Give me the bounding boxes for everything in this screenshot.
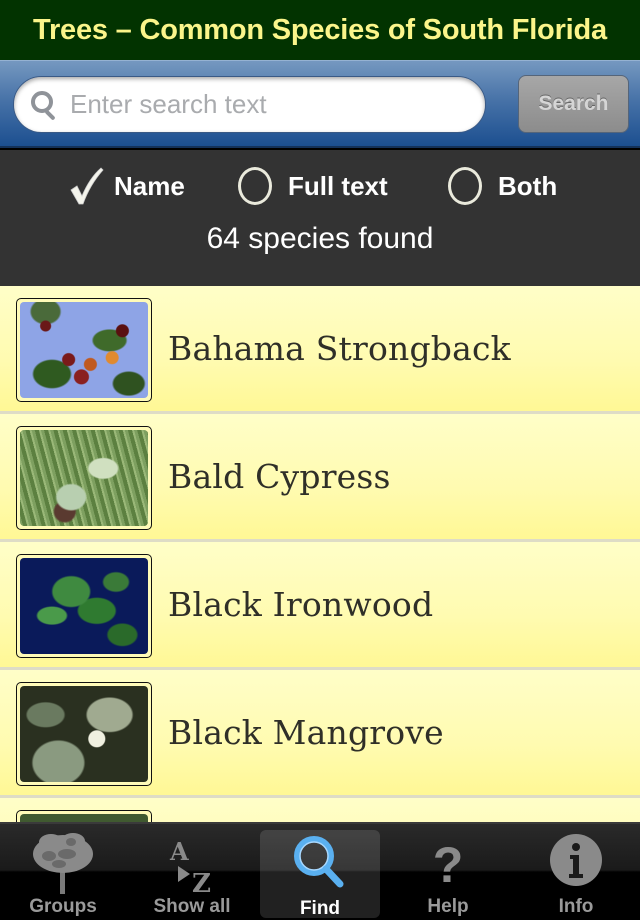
species-name: Bahama Strongback: [168, 329, 511, 368]
tree-icon: [33, 833, 93, 894]
species-thumbnail: [16, 298, 152, 402]
species-thumbnail: [16, 426, 152, 530]
tab-groups-label: Groups: [29, 896, 97, 917]
tab-show-all-label: Show all: [153, 896, 231, 917]
tab-groups[interactable]: Groups: [3, 824, 123, 920]
radio-icon: [238, 167, 272, 205]
question-icon: ?: [433, 837, 464, 893]
result-count: 64 species found: [206, 222, 434, 255]
info-icon: [550, 834, 602, 886]
list-item[interactable]: Black Ironwood: [0, 542, 640, 670]
search-icon: [30, 89, 60, 121]
option-full-text[interactable]: Full text: [236, 164, 388, 208]
list-item[interactable]: Bald Cypress: [0, 414, 640, 542]
species-list[interactable]: Bahama Strongback Bald Cypress Black Iro…: [0, 286, 640, 822]
tab-help[interactable]: ? Help: [388, 824, 508, 920]
svg-text:A: A: [169, 837, 189, 866]
option-full-text-label: Full text: [288, 170, 388, 201]
search-field[interactable]: [13, 76, 486, 133]
option-both-label: Both: [498, 170, 558, 201]
tab-show-all[interactable]: A Z Show all: [132, 824, 252, 920]
option-both[interactable]: Both: [446, 164, 557, 208]
app-title: Trees – Common Species of South Florida: [33, 13, 607, 46]
search-options-panel: Name Full text Both 64 species found: [0, 150, 640, 286]
list-item[interactable]: Bahama Strongback: [0, 286, 640, 414]
tab-info-label: Info: [558, 896, 594, 917]
tab-find[interactable]: Find: [260, 830, 380, 919]
option-name-label: Name: [114, 170, 185, 201]
tab-bar: Groups A Z Show all Find ? Help Info: [0, 822, 640, 920]
species-name: Bald Cypress: [168, 457, 391, 496]
app-title-bar: Trees – Common Species of South Florida: [0, 0, 640, 60]
species-thumbnail: [16, 682, 152, 786]
species-name: Black Mangrove: [168, 713, 444, 752]
tab-help-label: Help: [427, 896, 469, 917]
option-name[interactable]: Name: [68, 164, 185, 208]
radio-icon: [448, 167, 482, 205]
a-to-z-icon: A Z: [169, 837, 211, 894]
tab-find-label: Find: [299, 898, 341, 919]
list-item[interactable]: [0, 798, 640, 822]
search-input[interactable]: [70, 89, 470, 120]
svg-text:Z: Z: [192, 869, 211, 894]
svg-text:?: ?: [433, 837, 464, 893]
species-thumbnail: [16, 810, 152, 822]
check-icon: [70, 167, 104, 205]
species-thumbnail: [16, 554, 152, 658]
search-button[interactable]: Search: [518, 75, 629, 133]
species-name: Black Ironwood: [168, 585, 434, 624]
tab-info[interactable]: Info: [516, 824, 636, 920]
list-item[interactable]: Black Mangrove: [0, 670, 640, 798]
magnifier-icon: [294, 836, 344, 888]
search-bar: Search: [0, 60, 640, 148]
